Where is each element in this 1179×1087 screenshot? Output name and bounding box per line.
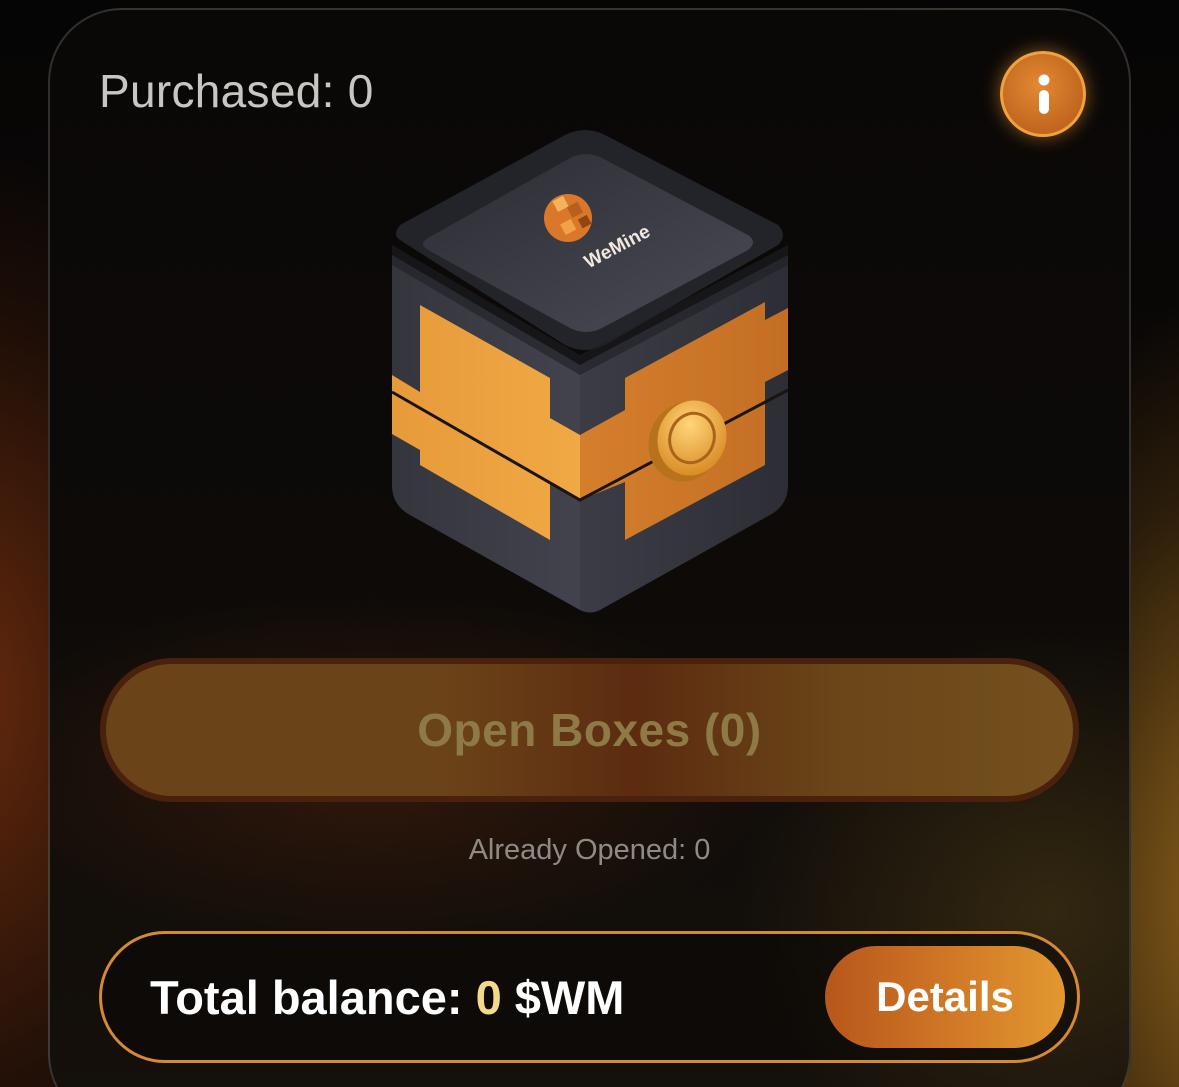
purchased-count: Purchased: 0 — [99, 65, 374, 117]
info-icon — [1038, 74, 1050, 114]
total-balance: Total balance: 0 $WM — [150, 970, 624, 1025]
total-balance-value: 0 — [475, 971, 502, 1024]
total-balance-label: Total balance: — [150, 971, 463, 1024]
total-balance-currency: $WM — [514, 971, 625, 1024]
details-button[interactable]: Details — [825, 946, 1065, 1048]
open-boxes-button[interactable]: Open Boxes (0) — [100, 658, 1079, 802]
mystery-box-image: WeMine — [391, 130, 789, 613]
info-button[interactable] — [1000, 51, 1086, 137]
details-label: Details — [876, 973, 1014, 1020]
already-opened-count: Already Opened: 0 — [468, 834, 711, 866]
open-boxes-label: Open Boxes (0) — [417, 704, 762, 756]
